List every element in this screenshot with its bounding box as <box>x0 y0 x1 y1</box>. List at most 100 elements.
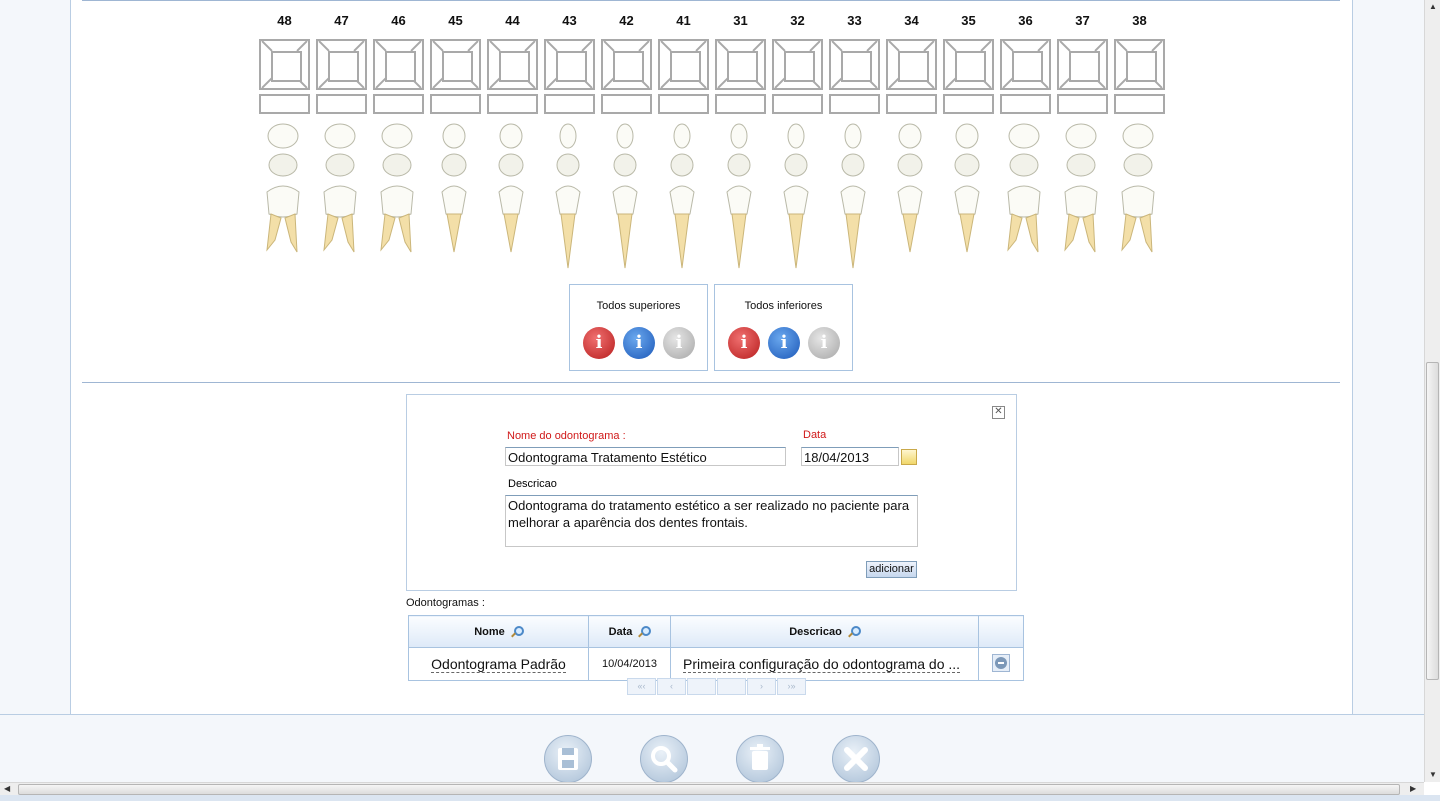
tooth-icon[interactable] <box>717 122 765 272</box>
column-header-data[interactable]: Data <box>588 615 671 648</box>
last-page-button[interactable]: ›» <box>777 678 806 695</box>
close-icon <box>833 736 879 782</box>
calendar-icon[interactable] <box>901 449 917 465</box>
tooth-surface-grid[interactable] <box>658 39 709 90</box>
tooth-icon[interactable] <box>603 122 651 272</box>
tooth-icon[interactable] <box>831 122 879 272</box>
tooth-34: 34 <box>886 10 937 253</box>
tooth-surface-grid[interactable] <box>943 39 994 90</box>
tooth-surface-grid[interactable] <box>1000 39 1051 90</box>
lower-grey-info-icon[interactable]: i <box>808 327 840 359</box>
date-label: Data <box>803 429 827 441</box>
cell-nome[interactable]: Odontograma Padrão <box>408 647 589 681</box>
tooth-surface-grid[interactable] <box>886 39 937 90</box>
tooth-41: 41 <box>658 10 709 269</box>
remove-icon[interactable] <box>992 653 1010 672</box>
tooth-icon[interactable] <box>546 122 594 272</box>
column-header-nome[interactable]: Nome <box>408 615 589 648</box>
delete-button[interactable] <box>736 735 784 783</box>
upper-blue-info-icon[interactable]: i <box>623 327 655 359</box>
tooth-icon[interactable] <box>1002 122 1050 272</box>
scroll-left-icon[interactable]: ◀ <box>4 784 10 793</box>
tooth-icon[interactable] <box>1059 122 1107 272</box>
tooth-note-field[interactable] <box>430 94 481 114</box>
description-field[interactable]: Odontograma do tratamento estético a ser… <box>505 495 918 547</box>
tooth-note-field[interactable] <box>772 94 823 114</box>
tooth-icon[interactable] <box>375 122 423 272</box>
scroll-down-icon[interactable]: ▼ <box>1429 770 1437 779</box>
tooth-note-field[interactable] <box>1114 94 1165 114</box>
bottom-toolbar <box>0 714 1424 783</box>
first-page-button[interactable]: «‹ <box>627 678 656 695</box>
vertical-scroll-thumb[interactable] <box>1426 362 1439 680</box>
upper-red-info-icon[interactable]: i <box>583 327 615 359</box>
tooth-surface-grid[interactable] <box>544 39 595 90</box>
tooth-surface-grid[interactable] <box>373 39 424 90</box>
search-icon[interactable] <box>638 625 652 638</box>
tooth-33: 33 <box>829 10 880 269</box>
tooth-surface-grid[interactable] <box>715 39 766 90</box>
description-label: Descricao <box>508 478 557 490</box>
tooth-icon[interactable] <box>660 122 708 272</box>
tooth-icon[interactable] <box>888 122 936 272</box>
delete-icon <box>737 736 783 782</box>
tooth-icon[interactable] <box>432 122 480 272</box>
upper-grey-info-icon[interactable]: i <box>663 327 695 359</box>
tooth-surface-grid[interactable] <box>430 39 481 90</box>
tooth-number: 37 <box>1075 13 1090 28</box>
select-all-lower-panel: Todos inferiores i i i <box>714 284 853 371</box>
horizontal-scrollbar[interactable]: ◀ ▶ <box>0 782 1424 795</box>
search-icon[interactable] <box>848 625 861 638</box>
tooth-surface-grid[interactable] <box>772 39 823 90</box>
tooth-note-field[interactable] <box>829 94 880 114</box>
tooth-icon[interactable] <box>945 122 993 272</box>
table-row[interactable]: Odontograma Padrão 10/04/2013 Primeira c… <box>408 647 1024 681</box>
tooth-surface-grid[interactable] <box>316 39 367 90</box>
tooth-note-field[interactable] <box>373 94 424 114</box>
tooth-surface-grid[interactable] <box>1114 39 1165 90</box>
tooth-note-field[interactable] <box>886 94 937 114</box>
tooth-note-field[interactable] <box>715 94 766 114</box>
tooth-icon[interactable] <box>489 122 537 272</box>
tooth-note-field[interactable] <box>943 94 994 114</box>
tooth-note-field[interactable] <box>316 94 367 114</box>
tooth-surface-grid[interactable] <box>259 39 310 90</box>
lower-red-info-icon[interactable]: i <box>728 327 760 359</box>
tooth-surface-grid[interactable] <box>829 39 880 90</box>
tooth-note-field[interactable] <box>487 94 538 114</box>
tooth-icon[interactable] <box>1116 122 1164 272</box>
lower-blue-info-icon[interactable]: i <box>768 327 800 359</box>
tooth-surface-grid[interactable] <box>1057 39 1108 90</box>
tooth-note-field[interactable] <box>1000 94 1051 114</box>
tooth-note-field[interactable] <box>658 94 709 114</box>
tooth-note-field[interactable] <box>544 94 595 114</box>
select-all-upper-panel: Todos superiores i i i <box>569 284 708 371</box>
vertical-scrollbar[interactable]: ▲ ▼ <box>1424 0 1440 782</box>
horizontal-scroll-thumb[interactable] <box>18 784 1400 795</box>
column-header-descricao[interactable]: Descricao <box>670 615 979 648</box>
tooth-note-field[interactable] <box>259 94 310 114</box>
tooth-number: 43 <box>562 13 577 28</box>
prev-page-button[interactable]: ‹ <box>657 678 686 695</box>
close-icon[interactable]: ✕ <box>992 406 1005 419</box>
scroll-up-icon[interactable]: ▲ <box>1429 2 1437 11</box>
select-all-upper-title: Todos superiores <box>596 300 681 312</box>
save-button[interactable] <box>544 735 592 783</box>
scroll-right-icon[interactable]: ▶ <box>1410 784 1416 793</box>
add-button[interactable]: adicionar <box>866 561 917 578</box>
cancel-button[interactable] <box>832 735 880 783</box>
name-field[interactable]: Odontograma Tratamento Estético <box>505 447 786 466</box>
cell-actions <box>978 647 1024 681</box>
name-label: Nome do odontograma : <box>507 430 626 442</box>
search-icon[interactable] <box>511 625 524 638</box>
tooth-icon[interactable] <box>318 122 366 272</box>
tooth-surface-grid[interactable] <box>601 39 652 90</box>
tooth-icon[interactable] <box>261 122 309 272</box>
tooth-note-field[interactable] <box>601 94 652 114</box>
tooth-note-field[interactable] <box>1057 94 1108 114</box>
tooth-icon[interactable] <box>774 122 822 272</box>
date-field[interactable]: 18/04/2013 <box>801 447 899 466</box>
search-button[interactable] <box>640 735 688 783</box>
tooth-surface-grid[interactable] <box>487 39 538 90</box>
next-page-button[interactable]: › <box>747 678 776 695</box>
